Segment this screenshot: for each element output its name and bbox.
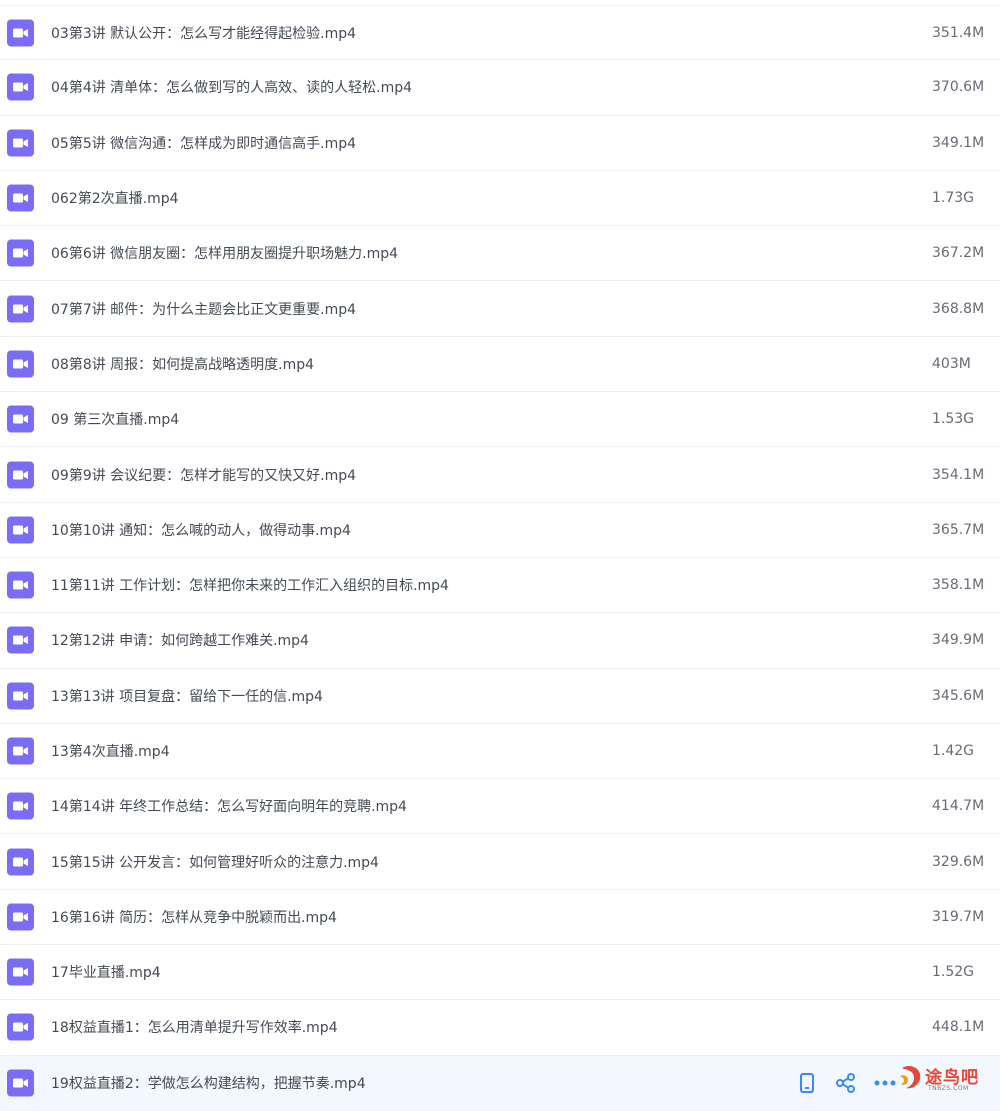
video-file-icon [7, 848, 34, 876]
file-name[interactable]: 062第2次直播.mp4 [51, 188, 179, 208]
file-row[interactable]: 04第4讲 清单体：怎么做到写的人高效、读的人轻松.mp4 370.6M [0, 60, 1000, 116]
file-name[interactable]: 04第4讲 清单体：怎么做到写的人高效、读的人轻松.mp4 [51, 77, 412, 97]
video-file-icon [7, 1013, 34, 1041]
video-file-icon [7, 682, 34, 710]
file-size: 358.1M [932, 577, 985, 594]
watermark-subtext: TNBZS.COM [928, 1085, 969, 1092]
file-row[interactable]: 16第16讲 简历：怎样从竞争中脱颖而出.mp4 319.7M [0, 890, 1000, 946]
video-file-icon [7, 73, 34, 101]
file-row[interactable]: 06第6讲 微信朋友圈：怎样用朋友圈提升职场魅力.mp4 367.2M [0, 226, 1000, 282]
file-row[interactable]: 11第11讲 工作计划：怎样把你未来的工作汇入组织的目标.mp4 358.1M [0, 558, 1000, 614]
video-file-icon [7, 571, 34, 599]
file-size: 349.1M [932, 134, 985, 151]
file-size: 365.7M [932, 521, 985, 538]
file-row[interactable]: 18权益直播1：怎么用清单提升写作效率.mp4 448.1M [0, 1000, 1000, 1056]
file-size: 1.73G [932, 190, 975, 207]
file-row[interactable]: 14第14讲 年终工作总结：怎么写好面向明年的竞聘.mp4 414.7M [0, 779, 1000, 835]
video-file-icon [7, 239, 34, 267]
file-name[interactable]: 05第5讲 微信沟通：怎样成为即时通信高手.mp4 [51, 133, 356, 153]
file-name[interactable]: 07第7讲 邮件：为什么主题会比正文更重要.mp4 [51, 299, 356, 319]
file-name[interactable]: 09第9讲 会议纪要：怎样才能写的又快又好.mp4 [51, 465, 356, 485]
file-size: 448.1M [932, 1019, 985, 1036]
file-name[interactable]: 17毕业直播.mp4 [51, 962, 161, 982]
share-icon[interactable] [834, 1071, 858, 1095]
file-name[interactable]: 09 第三次直播.mp4 [51, 409, 179, 429]
file-size: 367.2M [932, 245, 985, 262]
file-size: 351.4M [932, 24, 985, 41]
video-file-icon [7, 295, 34, 323]
file-size: 354.1M [932, 466, 985, 483]
file-size: 1.52G [932, 964, 975, 981]
file-size: 329.6M [932, 853, 985, 870]
file-row[interactable]: 062第2次直播.mp4 1.73G [0, 171, 1000, 227]
file-name[interactable]: 12第12讲 申请：如何跨越工作难关.mp4 [51, 630, 309, 650]
more-icon[interactable] [873, 1071, 897, 1095]
video-file-icon [7, 350, 34, 378]
file-row[interactable]: 17毕业直播.mp4 1.52G [0, 945, 1000, 1001]
file-name[interactable]: 16第16讲 简历：怎样从竞争中脱颖而出.mp4 [51, 907, 337, 927]
file-size: 349.9M [932, 632, 985, 649]
file-row-hovered[interactable]: 19权益直播2：学做怎么构建结构，把握节奏.mp4 [0, 1055, 1000, 1111]
video-file-icon [7, 184, 34, 212]
file-size: 414.7M [932, 798, 985, 815]
file-name[interactable]: 03第3讲 默认公开：怎么写才能经得起检验.mp4 [51, 23, 356, 43]
video-file-icon [7, 461, 34, 489]
video-file-icon [7, 19, 34, 47]
file-row[interactable]: 12第12讲 申请：如何跨越工作难关.mp4 349.9M [0, 613, 1000, 669]
watermark-logo-icon [900, 1066, 921, 1089]
file-size: 1.53G [932, 411, 975, 428]
file-size: 370.6M [932, 79, 985, 96]
video-file-icon [7, 737, 34, 765]
file-name[interactable]: 13第13讲 项目复盘：留给下一任的信.mp4 [51, 686, 323, 706]
video-file-icon [7, 792, 34, 820]
video-file-icon [7, 1069, 34, 1097]
file-name[interactable]: 06第6讲 微信朋友圈：怎样用朋友圈提升职场魅力.mp4 [51, 243, 398, 263]
video-file-icon [7, 405, 34, 433]
file-row[interactable]: 09 第三次直播.mp4 1.53G [0, 392, 1000, 448]
file-row[interactable]: 15第15讲 公开发言：如何管理好听众的注意力.mp4 329.6M [0, 834, 1000, 890]
file-name[interactable]: 15第15讲 公开发言：如何管理好听众的注意力.mp4 [51, 852, 379, 872]
file-list: 03第3讲 默认公开：怎么写才能经得起检验.mp4 351.4M 04第4讲 清… [0, 5, 1000, 1111]
file-name[interactable]: 19权益直播2：学做怎么构建结构，把握节奏.mp4 [51, 1073, 366, 1093]
file-size: 1.42G [932, 743, 975, 759]
file-name[interactable]: 08第8讲 周报：如何提高战略透明度.mp4 [51, 354, 314, 374]
file-row[interactable]: 08第8讲 周报：如何提高战略透明度.mp4 403M [0, 337, 1000, 393]
file-size: 368.8M [932, 300, 985, 317]
file-row[interactable]: 07第7讲 邮件：为什么主题会比正文更重要.mp4 368.8M [0, 281, 1000, 337]
video-file-icon [7, 626, 34, 654]
file-row[interactable]: 13第4次直播.mp4 1.42G [0, 724, 1000, 780]
file-row[interactable]: 10第10讲 通知：怎么喊的动人，做得动事.mp4 365.7M [0, 503, 1000, 558]
file-size: 403M [932, 355, 971, 372]
file-row[interactable]: 09第9讲 会议纪要：怎样才能写的又快又好.mp4 354.1M [0, 447, 1000, 503]
phone-icon[interactable] [795, 1071, 819, 1095]
video-file-icon [7, 516, 34, 544]
file-name[interactable]: 14第14讲 年终工作总结：怎么写好面向明年的竞聘.mp4 [51, 796, 407, 816]
file-size: 319.7M [932, 908, 985, 925]
file-row[interactable]: 13第13讲 项目复盘：留给下一任的信.mp4 345.6M [0, 669, 1000, 724]
file-name[interactable]: 13第4次直播.mp4 [51, 741, 170, 761]
file-size: 345.6M [932, 687, 985, 704]
file-row[interactable]: 03第3讲 默认公开：怎么写才能经得起检验.mp4 351.4M [0, 5, 1000, 61]
file-name[interactable]: 18权益直播1：怎么用清单提升写作效率.mp4 [51, 1017, 338, 1037]
video-file-icon [7, 903, 34, 931]
file-name[interactable]: 11第11讲 工作计划：怎样把你未来的工作汇入组织的目标.mp4 [51, 575, 449, 595]
watermark: 途鸟吧 TNBZS.COM [898, 1062, 998, 1098]
video-file-icon [7, 129, 34, 157]
file-row[interactable]: 05第5讲 微信沟通：怎样成为即时通信高手.mp4 349.1M [0, 116, 1000, 171]
video-file-icon [7, 958, 34, 986]
file-name[interactable]: 10第10讲 通知：怎么喊的动人，做得动事.mp4 [51, 520, 351, 540]
row-actions [795, 1071, 912, 1095]
